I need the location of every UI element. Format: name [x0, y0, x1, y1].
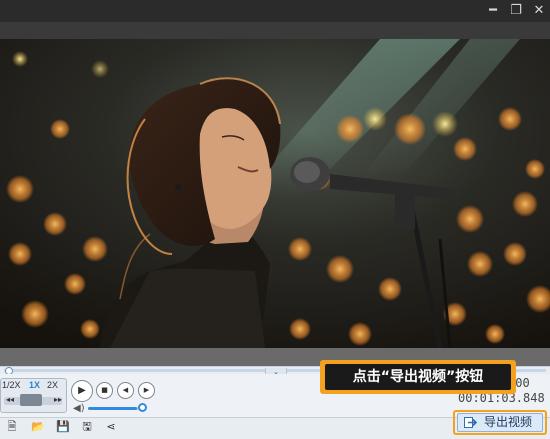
- volume-icon[interactable]: ◀): [73, 403, 85, 414]
- stop-icon: ■: [101, 386, 108, 394]
- previous-icon: ◀: [122, 386, 129, 394]
- export-video-button[interactable]: 导出视频: [457, 413, 543, 432]
- speed-slider-thumb[interactable]: [20, 394, 42, 406]
- folder-open-icon[interactable]: 📂: [31, 421, 45, 433]
- speed-option-half[interactable]: 1/2X: [2, 380, 21, 390]
- save-as-icon[interactable]: 🖫: [81, 421, 93, 433]
- stop-button[interactable]: ■: [96, 382, 113, 399]
- close-icon[interactable]: ✕: [527, 0, 550, 22]
- tutorial-callout-text: 点击“导出视频”按钮: [325, 364, 511, 390]
- share-icon[interactable]: ⋖: [105, 421, 117, 433]
- minimize-icon[interactable]: ━: [481, 0, 505, 22]
- title-bar: ━ ❐ ✕: [0, 0, 550, 22]
- video-frame-image: [0, 39, 550, 348]
- next-icon: ▶: [143, 386, 150, 394]
- previous-frame-button[interactable]: ◀: [117, 382, 134, 399]
- rewind-icon[interactable]: ◂◂: [6, 395, 14, 404]
- next-frame-button[interactable]: ▶: [138, 382, 155, 399]
- volume-knob[interactable]: [138, 403, 147, 412]
- speed-option-2x[interactable]: 2X: [47, 380, 58, 390]
- volume-fill: [88, 407, 137, 410]
- export-icon: [464, 417, 477, 428]
- maximize-icon[interactable]: ❐: [504, 0, 528, 22]
- menu-strip: [0, 22, 550, 39]
- video-preview[interactable]: [0, 39, 550, 348]
- volume-slider[interactable]: [88, 407, 142, 410]
- screenshot-icon[interactable]: 🗎: [6, 421, 18, 433]
- play-button[interactable]: ▶: [71, 380, 93, 402]
- play-icon: ▶: [78, 385, 86, 396]
- export-video-label: 导出视频: [484, 415, 533, 429]
- fast-forward-icon[interactable]: ▸▸: [54, 395, 62, 404]
- speed-option-1x[interactable]: 1X: [29, 380, 40, 390]
- save-icon[interactable]: 💾: [56, 421, 70, 433]
